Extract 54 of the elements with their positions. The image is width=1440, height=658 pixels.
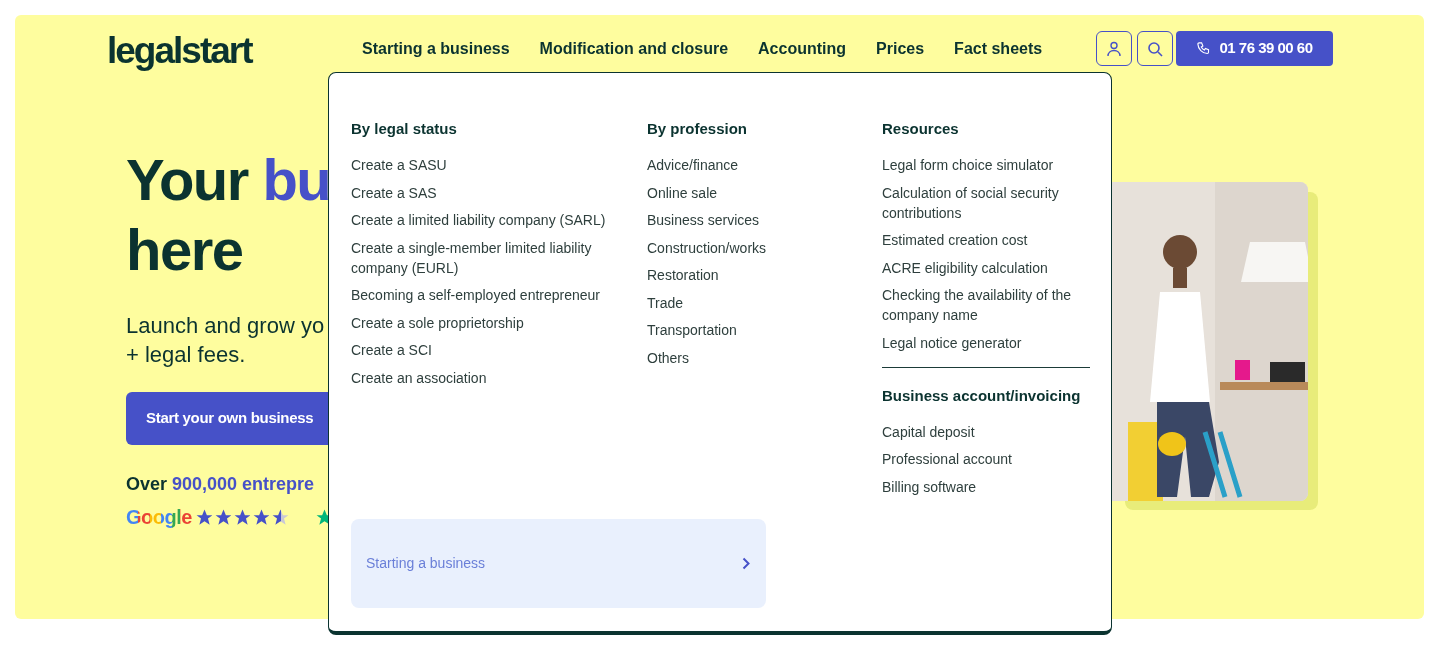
hero-title: Your bu bbox=[126, 146, 328, 214]
menu-heading: By legal status bbox=[351, 119, 458, 139]
chevron-right-icon bbox=[742, 557, 750, 570]
menu-link[interactable]: Estimated creation cost bbox=[882, 230, 1090, 250]
menu-link[interactable]: Online sale bbox=[647, 182, 862, 203]
star-icon bbox=[270, 507, 290, 527]
search-button[interactable] bbox=[1137, 31, 1173, 66]
cta-button[interactable]: Start your own business bbox=[126, 392, 328, 445]
menu-link[interactable]: Legal notice generator bbox=[882, 332, 1090, 353]
menu-heading: By profession bbox=[647, 119, 749, 139]
menu-link[interactable]: Capital deposit bbox=[882, 421, 1090, 442]
phone-button[interactable]: 01 76 39 00 60 bbox=[1176, 31, 1333, 66]
search-icon bbox=[1147, 40, 1163, 57]
phone-icon bbox=[1196, 41, 1212, 56]
hero-title: here bbox=[126, 216, 244, 284]
star-icon bbox=[314, 507, 328, 527]
menu-link[interactable]: Create a SAS bbox=[351, 182, 617, 203]
star-icon bbox=[232, 507, 252, 527]
nav-link[interactable]: Prices bbox=[876, 37, 925, 61]
hero-subtitle: Launch and grow yo bbox=[126, 312, 326, 340]
menu-link[interactable]: Create a limited liability company (SARL) bbox=[351, 210, 617, 230]
menu-link[interactable]: Create a SASU bbox=[351, 155, 617, 175]
nav-link[interactable]: Modification and closure bbox=[539, 37, 729, 61]
menu-link[interactable]: Advice/finance bbox=[647, 155, 862, 175]
star-icon bbox=[194, 507, 214, 527]
hero-subtitle: + legal fees. bbox=[126, 341, 247, 369]
menu-link[interactable]: ACRE eligibility calculation bbox=[882, 257, 1090, 278]
menu-link[interactable]: Becoming a self-employed entrepreneur bbox=[351, 285, 617, 305]
menu-link[interactable]: Business services bbox=[647, 210, 862, 230]
menu-link[interactable]: Trade bbox=[647, 292, 862, 313]
menu-link[interactable]: Create a sole proprietorship bbox=[351, 312, 617, 333]
account-button[interactable] bbox=[1096, 31, 1132, 66]
nav-link[interactable]: Accounting bbox=[758, 37, 847, 61]
menu-heading: Business account/invoicing bbox=[882, 385, 1082, 406]
menu-link[interactable]: Create an association bbox=[351, 367, 617, 388]
menu-link[interactable]: Checking the availability of the company name bbox=[882, 285, 1090, 325]
menu-link[interactable]: Create a single-member limited liability company (EURL) bbox=[351, 237, 617, 278]
user-icon bbox=[1107, 40, 1121, 57]
menu-link[interactable]: Legal form choice simulator bbox=[882, 155, 1090, 175]
star-icon bbox=[213, 507, 233, 527]
menu-link[interactable]: Transportation bbox=[647, 320, 862, 340]
menu-link[interactable]: Others bbox=[647, 347, 862, 368]
menu-link[interactable]: Construction/works bbox=[647, 237, 862, 258]
nav-link[interactable]: Starting a business bbox=[362, 37, 510, 61]
menu-heading: Resources bbox=[882, 119, 960, 139]
menu-link[interactable]: Create a SCI bbox=[351, 340, 617, 360]
menu-link[interactable]: Professional account bbox=[882, 449, 1090, 469]
nav-link[interactable]: Fact sheets bbox=[954, 37, 1043, 61]
menu-link[interactable]: Billing software bbox=[882, 476, 1090, 497]
star-icon bbox=[251, 507, 271, 527]
logo[interactable]: legalstart bbox=[107, 23, 252, 79]
menu-link[interactable]: Calculation of social security contributions bbox=[882, 182, 1090, 223]
menu-link[interactable]: Restoration bbox=[647, 265, 862, 285]
social-proof-text: Over 900,000 entrepre bbox=[126, 473, 316, 496]
